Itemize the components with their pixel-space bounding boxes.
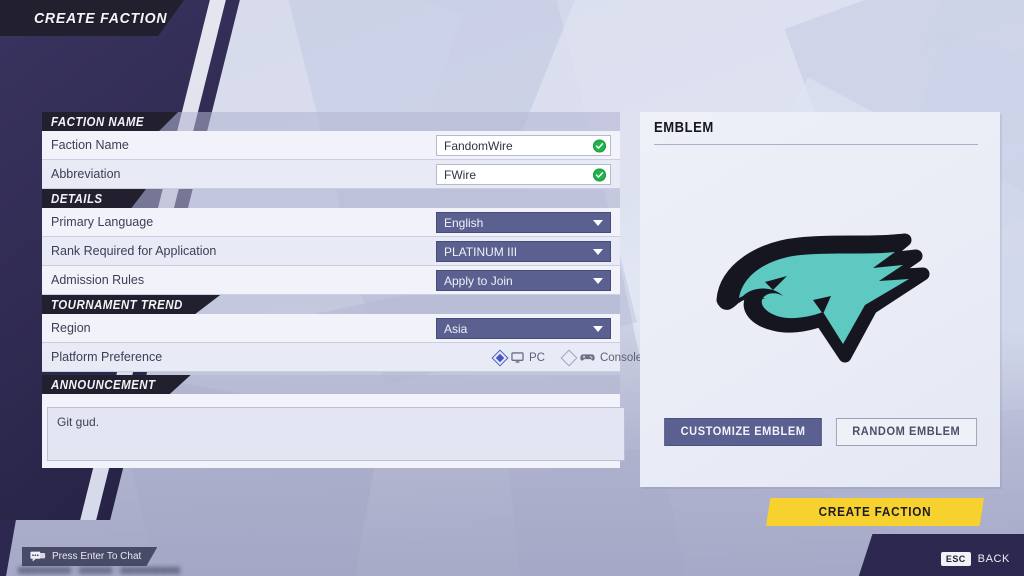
control-abbreviation: FWire bbox=[436, 164, 611, 185]
section-header-tournament-trend: TOURNAMENT TREND bbox=[42, 295, 221, 314]
primary-language-dropdown[interactable]: English bbox=[436, 212, 611, 233]
abbreviation-input[interactable]: FWire bbox=[436, 164, 611, 185]
announcement-container: Git gud. bbox=[42, 394, 625, 468]
announcement-textarea[interactable]: Git gud. bbox=[47, 407, 625, 461]
create-faction-screen: CREATE FACTION FACTION NAME Faction Name… bbox=[0, 0, 1024, 576]
page-title: CREATE FACTION bbox=[34, 9, 168, 27]
back-control[interactable]: ESC BACK bbox=[940, 552, 1010, 566]
control-rank-required: PLATINUM III bbox=[436, 241, 611, 262]
emblem-title-divider bbox=[654, 144, 978, 145]
control-primary-language: English bbox=[436, 212, 611, 233]
chat-hint-label: Press Enter To Chat bbox=[52, 551, 142, 562]
region-dropdown[interactable]: Asia bbox=[436, 318, 611, 339]
customize-emblem-button[interactable]: CUSTOMIZE EMBLEM bbox=[663, 418, 822, 446]
control-admission-rules: Apply to Join bbox=[436, 270, 611, 291]
row-faction-name: Faction Name FandomWire bbox=[42, 131, 620, 160]
random-emblem-button[interactable]: RANDOM EMBLEM bbox=[835, 418, 977, 446]
admission-rules-value: Apply to Join bbox=[444, 273, 513, 288]
platform-option-pc[interactable]: PC bbox=[491, 349, 545, 366]
emblem-panel: EMBLEM CUSTOMIZE EMBLEM RANDOM EMBLEM bbox=[640, 112, 1000, 487]
radio-diamond-selected-icon bbox=[491, 349, 509, 366]
faction-name-input[interactable]: FandomWire bbox=[436, 135, 611, 156]
emblem-preview bbox=[640, 164, 1000, 414]
section-header-faction-name: FACTION NAME bbox=[42, 112, 179, 131]
check-circle-icon bbox=[593, 168, 606, 181]
emblem-buttons: CUSTOMIZE EMBLEM RANDOM EMBLEM bbox=[640, 418, 1000, 446]
announcement-value: Git gud. bbox=[57, 415, 100, 429]
admission-rules-dropdown[interactable]: Apply to Join bbox=[436, 270, 611, 291]
radio-diamond-unselected-icon bbox=[560, 349, 578, 366]
rank-required-dropdown[interactable]: PLATINUM III bbox=[436, 241, 611, 262]
section-header-announcement: ANNOUNCEMENT bbox=[42, 375, 191, 394]
label-rank-required: Rank Required for Application bbox=[51, 244, 217, 258]
region-value: Asia bbox=[444, 321, 468, 336]
page-title-banner: CREATE FACTION bbox=[0, 0, 184, 36]
gamepad-icon bbox=[580, 352, 595, 363]
back-label: BACK bbox=[977, 553, 1010, 565]
label-faction-name: Faction Name bbox=[51, 138, 129, 152]
chevron-down-icon bbox=[593, 219, 603, 226]
row-rank-required: Rank Required for Application PLATINUM I… bbox=[42, 237, 620, 266]
esc-key-badge: ESC bbox=[940, 552, 971, 566]
faction-form-panel: FACTION NAME Faction Name FandomWire Abb… bbox=[42, 112, 642, 468]
control-faction-name: FandomWire bbox=[436, 135, 611, 156]
label-region: Region bbox=[51, 321, 91, 335]
label-platform-preference: Platform Preference bbox=[51, 350, 163, 364]
chat-bubble-icon bbox=[30, 551, 46, 563]
row-platform-preference: Platform Preference PC Console bbox=[42, 343, 642, 372]
row-abbreviation: Abbreviation FWire bbox=[42, 160, 620, 189]
section-header-label: ANNOUNCEMENT bbox=[51, 377, 156, 392]
eagle-head-emblem bbox=[716, 233, 930, 363]
section-header-label: TOURNAMENT TREND bbox=[51, 297, 183, 312]
section-header-details: DETAILS bbox=[42, 189, 146, 208]
rank-required-value: PLATINUM III bbox=[444, 244, 518, 259]
platform-preference-radio-group: PC Console bbox=[436, 345, 642, 370]
chevron-down-icon bbox=[593, 248, 603, 255]
platform-option-console-label: Console bbox=[599, 351, 643, 364]
section-header-label: FACTION NAME bbox=[51, 114, 145, 129]
abbreviation-value: FWire bbox=[444, 167, 476, 182]
emblem-panel-title: EMBLEM bbox=[654, 120, 714, 136]
section-details: DETAILS bbox=[42, 189, 620, 208]
row-region: Region Asia bbox=[42, 314, 620, 343]
row-admission-rules: Admission Rules Apply to Join bbox=[42, 266, 620, 295]
obscured-account-text: ▇▇▇▇▇▇▇▇ | ▇▇▇▇▇ | ▇▇▇▇▇▇▇▇▇ bbox=[18, 566, 181, 574]
platform-option-pc-label: PC bbox=[529, 351, 545, 364]
label-primary-language: Primary Language bbox=[51, 215, 154, 229]
chat-hint-bar[interactable]: Press Enter To Chat bbox=[22, 547, 158, 566]
label-abbreviation: Abbreviation bbox=[51, 167, 121, 181]
section-tournament-trend: TOURNAMENT TREND bbox=[42, 295, 620, 314]
row-primary-language: Primary Language English bbox=[42, 208, 620, 237]
check-circle-icon bbox=[593, 139, 606, 152]
faction-name-value: FandomWire bbox=[444, 138, 513, 153]
control-region: Asia bbox=[436, 318, 611, 339]
create-faction-button[interactable]: CREATE FACTION bbox=[766, 498, 984, 526]
platform-option-console[interactable]: Console bbox=[560, 349, 643, 366]
chevron-down-icon bbox=[593, 277, 603, 284]
create-faction-button-label: CREATE FACTION bbox=[818, 505, 932, 519]
label-admission-rules: Admission Rules bbox=[51, 273, 145, 287]
section-announcement: ANNOUNCEMENT bbox=[42, 375, 620, 394]
section-header-label: DETAILS bbox=[51, 191, 103, 206]
chevron-down-icon bbox=[593, 325, 603, 332]
primary-language-value: English bbox=[444, 215, 484, 230]
monitor-icon bbox=[511, 351, 524, 364]
section-faction-name: FACTION NAME bbox=[42, 112, 620, 131]
